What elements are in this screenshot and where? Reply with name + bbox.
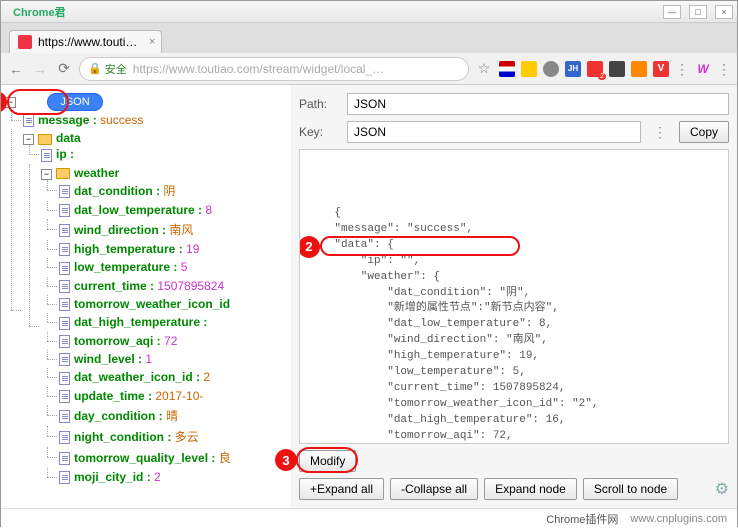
address-bar: ← → ⟳ 🔒 安全 https://www.toutiao.com/strea… bbox=[1, 53, 737, 85]
tree-node[interactable]: day_condition : 晴 bbox=[59, 405, 287, 426]
back-button[interactable]: ← bbox=[7, 60, 25, 78]
tree-node[interactable]: dat_condition : 阴 bbox=[59, 180, 287, 201]
file-icon bbox=[41, 149, 52, 162]
tree-node[interactable]: low_temperature : 5 bbox=[59, 258, 287, 276]
tree-node-message[interactable]: message : success bbox=[23, 111, 287, 129]
tree-node[interactable]: night_condition : 多云 bbox=[59, 426, 287, 447]
callout-1: 1 bbox=[1, 91, 7, 113]
callout-2-ring bbox=[320, 236, 520, 256]
file-icon bbox=[59, 452, 70, 465]
tree-node[interactable]: wind_level : 1 bbox=[59, 350, 287, 368]
circle-ext-icon[interactable] bbox=[543, 61, 559, 77]
footer-site1: Chrome插件网 bbox=[546, 511, 618, 527]
tree-node-ip[interactable]: ip : bbox=[41, 145, 287, 163]
file-icon bbox=[59, 185, 70, 198]
url-input[interactable]: 🔒 安全 https://www.toutiao.com/stream/widg… bbox=[79, 57, 469, 81]
file-icon bbox=[23, 114, 34, 127]
folder-icon bbox=[38, 134, 52, 145]
reload-button[interactable]: ⟳ bbox=[55, 60, 73, 78]
tree-toggle[interactable]: − bbox=[23, 134, 34, 145]
folder-icon bbox=[56, 168, 70, 179]
tree-node[interactable]: wind_direction : 南风 bbox=[59, 219, 287, 240]
page-footer: Chrome插件网 www.cnplugins.com bbox=[1, 508, 737, 528]
file-icon bbox=[59, 317, 70, 330]
url-text: https://www.toutiao.com/stream/widget/lo… bbox=[133, 62, 384, 76]
brand-label: Chrome君 bbox=[13, 4, 66, 20]
callout-1-ring bbox=[7, 89, 69, 115]
minimize-button[interactable]: — bbox=[663, 5, 681, 19]
w-ext-icon[interactable]: W bbox=[695, 61, 711, 77]
tree-node[interactable]: dat_low_temperature : 8 bbox=[59, 201, 287, 219]
v-ext-icon[interactable]: V bbox=[653, 61, 669, 77]
tree-node[interactable]: dat_high_temperature : bbox=[59, 313, 287, 331]
path-label: Path: bbox=[299, 97, 339, 111]
tree-node[interactable]: high_temperature : 19 bbox=[59, 240, 287, 258]
star-ext-icon[interactable] bbox=[521, 61, 537, 77]
tree-node[interactable]: current_time : 1507895824 bbox=[59, 277, 287, 295]
jh-ext-icon[interactable]: JH bbox=[565, 61, 581, 77]
scroll-to-node-button[interactable]: Scroll to node bbox=[583, 478, 678, 500]
tree-node-data[interactable]: −data ip : −weather dat_condition : 阴dat… bbox=[23, 129, 287, 490]
file-icon bbox=[59, 431, 70, 444]
json-textarea[interactable]: 2 { "message": "success", "data": { "ip"… bbox=[299, 149, 729, 444]
more-ext-icon[interactable]: ⋮ bbox=[675, 61, 689, 77]
forward-button[interactable]: → bbox=[31, 60, 49, 78]
callout-3-ring bbox=[296, 447, 358, 473]
file-icon bbox=[59, 224, 70, 237]
red-ext-icon[interactable] bbox=[587, 61, 603, 77]
settings-gear-icon[interactable]: ⚙ bbox=[715, 479, 729, 499]
window-titlebar: Chrome君 — □ × bbox=[1, 1, 737, 23]
tree-node[interactable]: moji_city_id : 2 bbox=[59, 468, 287, 486]
collapse-all-button[interactable]: -Collapse all bbox=[390, 478, 478, 500]
file-icon bbox=[59, 372, 70, 385]
file-icon bbox=[59, 410, 70, 423]
secure-badge: 🔒 安全 bbox=[88, 61, 127, 77]
orange-ext-icon[interactable] bbox=[631, 61, 647, 77]
path-row: Path: bbox=[299, 93, 729, 115]
copy-button[interactable]: Copy bbox=[679, 121, 729, 143]
tree-node[interactable]: update_time : 2017-10- bbox=[59, 387, 287, 405]
file-icon bbox=[59, 280, 70, 293]
path-input[interactable] bbox=[347, 93, 729, 115]
expand-all-button[interactable]: +Expand all bbox=[299, 478, 384, 500]
file-icon bbox=[59, 335, 70, 348]
footer-site2: www.cnplugins.com bbox=[630, 513, 727, 525]
callout-2: 2 bbox=[299, 236, 320, 258]
file-icon bbox=[59, 353, 70, 366]
bottom-button-row: +Expand all -Collapse all Expand node Sc… bbox=[299, 478, 729, 500]
dark-ext-icon[interactable] bbox=[609, 61, 625, 77]
file-icon bbox=[59, 204, 70, 217]
json-tree-panel: 1 − JSON message : success −data ip : −w… bbox=[1, 85, 291, 508]
file-icon bbox=[59, 390, 70, 403]
file-icon bbox=[59, 471, 70, 484]
key-input[interactable] bbox=[347, 121, 641, 143]
expand-node-button[interactable]: Expand node bbox=[484, 478, 577, 500]
browser-menu-icon[interactable]: ⋮ bbox=[717, 61, 731, 77]
flag-icon[interactable] bbox=[499, 61, 515, 77]
tab-title: https://www.touti… bbox=[38, 35, 137, 49]
bookmark-star-icon[interactable]: ☆ bbox=[475, 60, 493, 78]
file-icon bbox=[59, 262, 70, 275]
file-icon bbox=[59, 298, 70, 311]
tree-node[interactable]: tomorrow_aqi : 72 bbox=[59, 332, 287, 350]
close-button[interactable]: × bbox=[715, 5, 733, 19]
callout-3: 3 bbox=[275, 449, 297, 471]
extension-icons: JH V ⋮ W ⋮ bbox=[499, 61, 731, 77]
tree-node-weather[interactable]: −weather dat_condition : 阴dat_low_temper… bbox=[41, 164, 287, 489]
file-icon bbox=[59, 243, 70, 256]
detail-panel: Path: Key: ⋮ Copy 2 { "message": "succes… bbox=[291, 85, 737, 508]
tree-node[interactable]: tomorrow_quality_level : 良 bbox=[59, 447, 287, 468]
tree-node[interactable]: dat_weather_icon_id : 2 bbox=[59, 368, 287, 386]
key-menu-icon[interactable]: ⋮ bbox=[649, 124, 671, 141]
tree-node[interactable]: tomorrow_weather_icon_id bbox=[59, 295, 287, 313]
tab-strip: https://www.touti… × bbox=[1, 23, 737, 53]
browser-tab[interactable]: https://www.touti… × bbox=[9, 30, 162, 53]
key-label: Key: bbox=[299, 125, 339, 139]
tree-toggle[interactable]: − bbox=[41, 169, 52, 180]
maximize-button[interactable]: □ bbox=[689, 5, 707, 19]
key-row: Key: ⋮ Copy bbox=[299, 121, 729, 143]
tab-close-icon[interactable]: × bbox=[149, 36, 155, 48]
favicon-icon bbox=[18, 35, 32, 49]
